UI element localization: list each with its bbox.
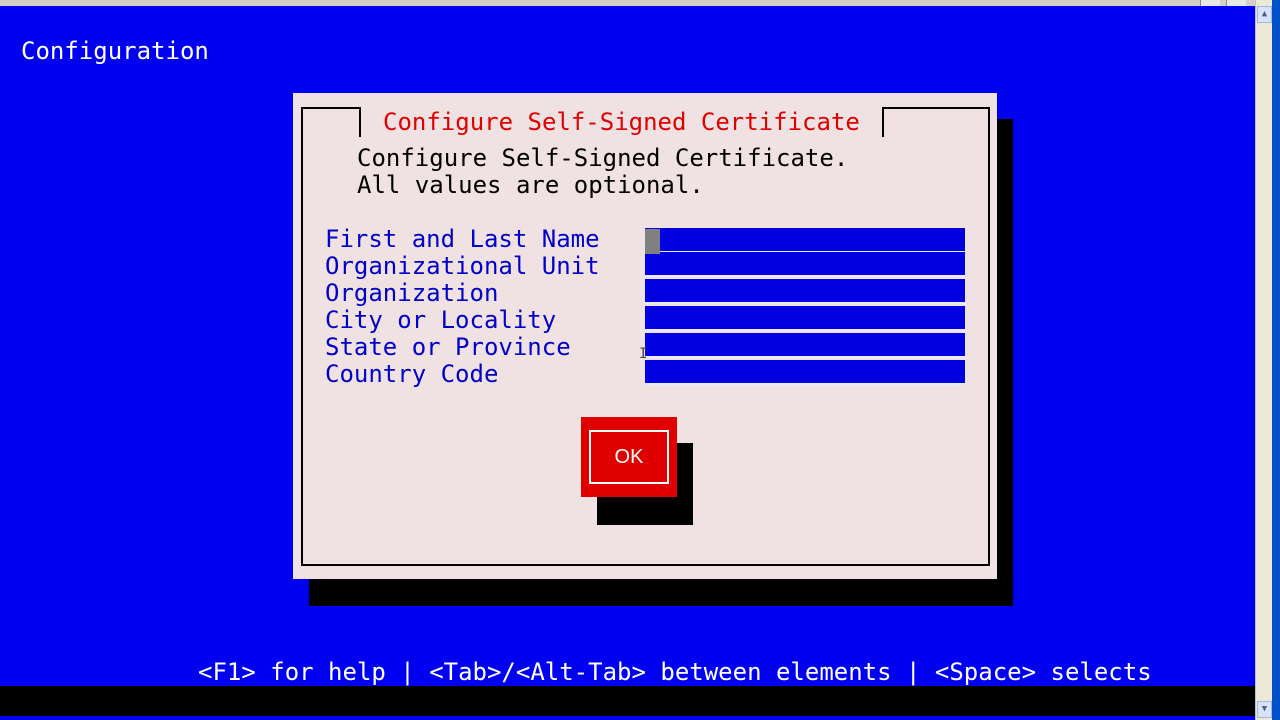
intro-line-1: Configure Self-Signed Certificate. [357, 144, 849, 172]
window-top-strip [0, 0, 1280, 6]
organization-input[interactable] [645, 279, 965, 304]
ok-button[interactable]: OK [581, 417, 677, 497]
text-cursor [645, 229, 660, 254]
label-organization: Organization [325, 279, 499, 307]
scroll-up-icon[interactable]: ▲ [1257, 6, 1272, 23]
intro-line-2: All values are optional. [357, 171, 704, 199]
ok-button-label: OK [589, 430, 669, 484]
label-country-code: Country Code [325, 360, 499, 388]
label-state-province: State or Province [325, 333, 571, 361]
minimize-icon[interactable] [1200, 0, 1220, 6]
country-code-input[interactable] [645, 360, 965, 385]
window-right-edge [1272, 0, 1280, 720]
ibeam-cursor-icon: I [639, 346, 648, 362]
vertical-scrollbar[interactable]: ▲ ▼ [1255, 0, 1272, 720]
screen-title: Configuration [21, 37, 209, 65]
label-organizational-unit: Organizational Unit [325, 252, 600, 280]
label-first-last-name: First and Last Name [325, 225, 600, 253]
dialog-intro: Configure Self-Signed Certificate. All v… [357, 145, 848, 199]
status-line [0, 686, 1255, 716]
scroll-down-icon[interactable]: ▼ [1257, 701, 1272, 718]
first-last-name-input[interactable] [645, 228, 965, 253]
dialog-title: Configure Self-Signed Certificate [359, 107, 884, 137]
label-city-locality: City or Locality [325, 306, 557, 334]
state-province-input[interactable] [645, 333, 965, 358]
city-locality-input[interactable] [645, 306, 965, 331]
organizational-unit-input[interactable] [645, 252, 965, 277]
help-bar: <F1> for help | <Tab>/<Alt-Tab> between … [198, 658, 1152, 686]
maximize-icon[interactable] [1226, 0, 1246, 6]
